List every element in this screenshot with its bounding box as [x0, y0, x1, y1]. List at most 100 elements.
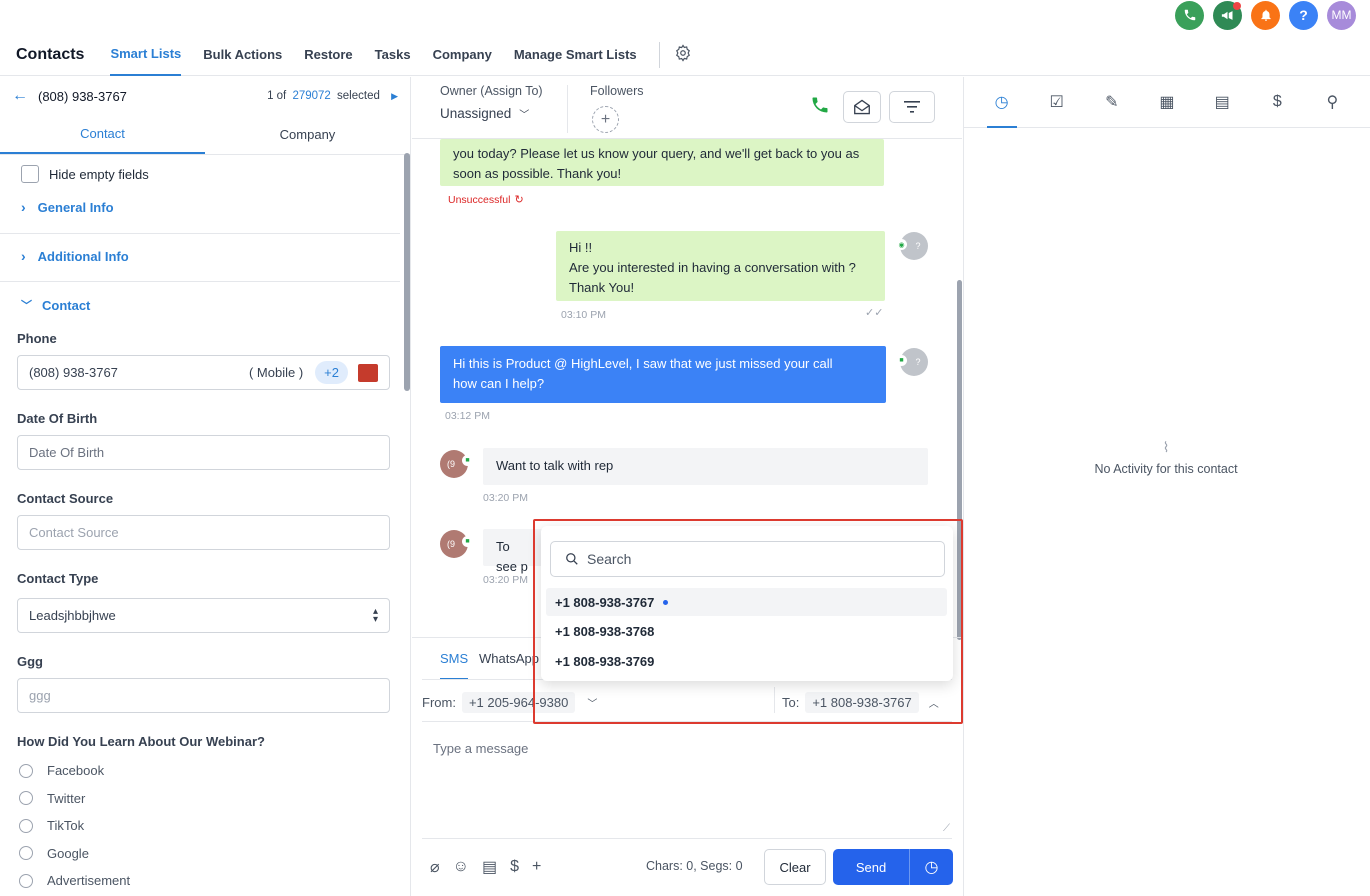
hide-empty-checkbox[interactable] — [21, 165, 39, 183]
radio-google[interactable]: Google — [19, 840, 130, 868]
workflow-icon[interactable]: ⚲ — [1317, 92, 1347, 112]
message-status[interactable]: Unsuccessful ↻ — [448, 193, 524, 207]
activity-clock-icon[interactable]: ◷ — [986, 77, 1017, 128]
to-select[interactable]: To: +1 808-938-3767 ︿ — [782, 692, 939, 713]
email-button[interactable] — [843, 91, 881, 123]
conversation-scrollbar[interactable] — [957, 280, 962, 640]
type-select[interactable]: Leadsjhbbjhwe ▴ ▾ — [17, 598, 390, 633]
ggg-field[interactable]: ggg — [17, 678, 390, 713]
radio-advertisement[interactable]: Advertisement — [19, 867, 130, 895]
section-contact[interactable]: ﹀ Contact — [21, 297, 90, 313]
tab-restore[interactable]: Restore — [304, 34, 352, 76]
tab-tasks[interactable]: Tasks — [375, 34, 411, 76]
call-icon[interactable] — [810, 95, 830, 118]
avatar[interactable]: MM — [1327, 0, 1356, 30]
tab-whatsapp[interactable]: WhatsApp — [479, 651, 539, 666]
plus-icon[interactable]: + — [532, 858, 541, 876]
double-check-icon: ✓✓ — [865, 307, 884, 319]
tab-company[interactable]: Company — [433, 34, 492, 76]
composer-toolbar: ⌀ ☺ ▤ $ + — [430, 857, 541, 877]
dropdown-search[interactable]: Search — [550, 541, 945, 577]
note-pen-icon[interactable]: ✎ — [1097, 92, 1127, 112]
tab-sms[interactable]: SMS — [440, 651, 469, 680]
pager-selected: selected — [337, 90, 380, 102]
avatar-text: (9 — [446, 539, 455, 549]
phone-more-badge[interactable]: +2 — [315, 361, 348, 384]
hide-empty-row[interactable]: Hide empty fields — [21, 165, 149, 183]
option-label: +1 808-938-3769 — [555, 653, 655, 669]
left-scrollbar[interactable] — [404, 153, 410, 391]
retry-icon[interactable]: ↻ — [514, 193, 523, 206]
radio-facebook[interactable]: Facebook — [19, 757, 130, 785]
calendar-icon[interactable]: ▦ — [1152, 92, 1182, 112]
chevron-down-icon: ﹀ — [519, 110, 530, 121]
clock-icon: ◷ — [924, 859, 939, 876]
char-count: Chars: 0, Segs: 0 — [646, 859, 743, 873]
source-field[interactable]: Contact Source — [17, 515, 390, 550]
clear-button[interactable]: Clear — [764, 849, 826, 885]
chevron-right-icon: › — [21, 199, 26, 215]
document-icon[interactable]: ▤ — [1207, 92, 1237, 112]
filter-icon — [904, 101, 920, 113]
send-button[interactable]: Send — [833, 849, 909, 885]
template-icon[interactable]: ▤ — [482, 857, 497, 877]
option-label: +1 808-938-3768 — [555, 623, 655, 639]
radio-twitter[interactable]: Twitter — [19, 785, 130, 813]
dob-placeholder: Date Of Birth — [29, 445, 105, 460]
phone-icon[interactable] — [1175, 0, 1204, 30]
radio-label: Facebook — [47, 763, 105, 779]
empty-state-text: No Activity for this contact — [1094, 462, 1238, 476]
tab-company-details[interactable]: Company — [205, 115, 410, 154]
dropdown-option[interactable]: +1 808-938-3767 — [546, 588, 947, 616]
dropdown-option[interactable]: +1 808-938-3768 — [546, 617, 947, 645]
dropdown-option[interactable]: +1 808-938-3769 — [546, 647, 947, 675]
pager-count: 279072 — [292, 90, 331, 102]
radio-circle[interactable] — [19, 818, 33, 833]
section-general-label: General Info — [37, 199, 114, 215]
flag-icon — [358, 363, 378, 382]
section-additional-info[interactable]: › Additional Info — [21, 248, 129, 264]
owner-label: Owner (Assign To) — [440, 84, 543, 98]
message-placeholder: Type a message — [433, 741, 529, 756]
megaphone-icon[interactable] — [1213, 0, 1242, 30]
emoji-icon[interactable]: ☺ — [453, 858, 469, 876]
from-select[interactable]: From: +1 205-964-9380 ﹀ — [422, 692, 597, 713]
avatar-text: (9 — [446, 459, 455, 469]
owner-select[interactable]: Unassigned ﹀ — [440, 106, 529, 121]
bell-icon[interactable] — [1251, 0, 1280, 30]
radio-circle[interactable] — [19, 873, 33, 888]
phone-label: Phone — [17, 331, 57, 346]
help-icon[interactable]: ? — [1289, 0, 1318, 30]
tab-bulk-actions[interactable]: Bulk Actions — [203, 34, 282, 76]
schedule-send-button[interactable]: ◷ — [909, 849, 953, 885]
resize-handle-icon[interactable]: ⟋ — [943, 823, 950, 834]
filter-button[interactable] — [889, 91, 935, 123]
chevron-down-icon: ﹀ — [21, 300, 32, 312]
radio-circle[interactable] — [19, 846, 33, 861]
section-contact-label: Contact — [42, 297, 91, 313]
attachment-icon[interactable]: ⌀ — [430, 857, 440, 877]
radio-label: Twitter — [47, 790, 86, 806]
message-time: 03:20 PM — [483, 492, 528, 504]
tab-smart-lists[interactable]: Smart Lists — [110, 34, 182, 76]
divider — [0, 233, 400, 234]
pager-of: 1 of — [267, 90, 287, 102]
tab-manage-smart-lists[interactable]: Manage Smart Lists — [514, 34, 637, 76]
section-general-info[interactable]: › General Info — [21, 199, 114, 215]
next-arrow-icon[interactable]: ▶ — [391, 91, 398, 101]
tab-contact[interactable]: Contact — [0, 115, 205, 154]
gear-icon[interactable] — [674, 44, 692, 65]
radio-tiktok[interactable]: TikTok — [19, 812, 130, 840]
source-label: Contact Source — [17, 491, 114, 506]
followers-label: Followers — [590, 84, 644, 98]
radio-circle[interactable] — [19, 791, 33, 806]
dob-field[interactable]: Date Of Birth — [17, 435, 390, 470]
add-follower-button[interactable]: + — [592, 106, 619, 133]
dollar-icon[interactable]: $ — [510, 858, 519, 876]
message-input[interactable]: Type a message ⟋ — [422, 721, 954, 836]
payment-dollar-icon[interactable]: $ — [1262, 93, 1292, 111]
phone-field[interactable]: (808) 938-3767 ( Mobile ) +2 — [17, 355, 390, 390]
back-arrow-icon[interactable]: ← — [12, 87, 28, 105]
radio-circle[interactable] — [19, 763, 33, 778]
task-check-icon[interactable]: ☑ — [1042, 92, 1072, 112]
